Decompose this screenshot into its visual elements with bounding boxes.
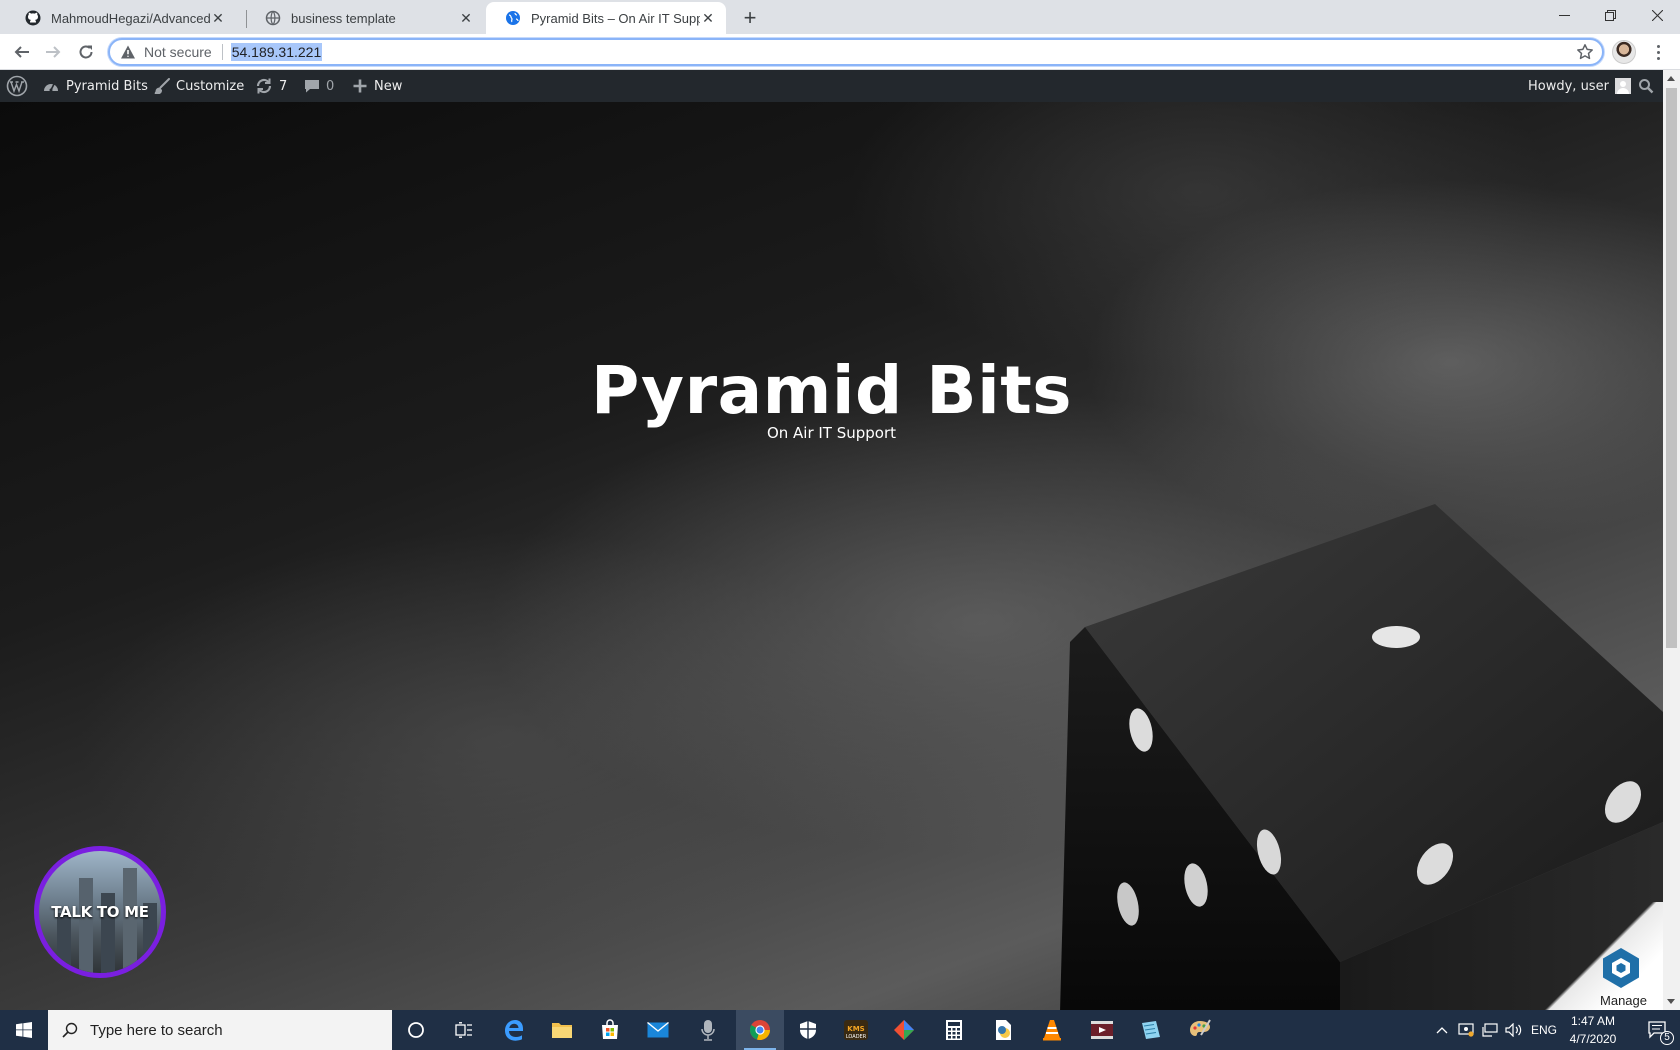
talk-to-me-button[interactable]: TALK TO ME — [34, 846, 166, 978]
git-diamond-icon[interactable] — [880, 1010, 928, 1050]
site-name-label: Pyramid Bits — [66, 78, 148, 94]
updates-icon — [256, 78, 272, 94]
browser-toolbar: Not secure 54.189.31.221 — [0, 34, 1680, 70]
close-icon[interactable]: ✕ — [458, 10, 474, 26]
globe-icon — [265, 10, 281, 26]
taskbar-search-box[interactable]: Type here to search — [48, 1010, 392, 1050]
close-icon[interactable]: ✕ — [700, 10, 716, 26]
updates-count: 7 — [279, 78, 288, 94]
site-title[interactable]: Pyramid Bits — [0, 352, 1663, 429]
voice-recorder-icon[interactable] — [684, 1010, 732, 1050]
mail-icon[interactable] — [634, 1010, 682, 1050]
back-icon[interactable] — [8, 38, 36, 66]
microsoft-store-icon[interactable] — [586, 1010, 634, 1050]
customize-link[interactable]: Customize — [154, 70, 244, 102]
windows-taskbar: Type here to search KMS LOADER ENG 1:47 … — [0, 1010, 1680, 1050]
page-scrollbar[interactable] — [1663, 70, 1680, 1010]
vlc-icon[interactable] — [1028, 1010, 1076, 1050]
chrome-icon[interactable] — [736, 1010, 784, 1050]
wordpress-logo-icon[interactable] — [6, 70, 28, 102]
close-icon[interactable]: ✕ — [210, 10, 226, 26]
calculator-icon[interactable] — [930, 1010, 978, 1050]
warning-icon — [121, 45, 135, 59]
tab-pyramid-bits[interactable]: Pyramid Bits – On Air IT Support ✕ — [486, 2, 726, 34]
taskbar-clock[interactable]: 1:47 AM 4/7/2020 — [1550, 1012, 1636, 1048]
wp-admin-bar: Pyramid Bits Customize 7 0 New Howdy, us… — [0, 70, 1663, 102]
taskbar-search-placeholder: Type here to search — [90, 1021, 223, 1039]
network-icon[interactable] — [1478, 1010, 1502, 1050]
tab-title: Pyramid Bits – On Air IT Support — [531, 10, 700, 26]
globe-icon — [506, 11, 520, 25]
tab-github[interactable]: MahmoudHegazi/Advanced_boo ✕ — [6, 2, 236, 34]
paint-app-icon[interactable] — [1176, 1010, 1224, 1050]
python-file-icon[interactable] — [980, 1010, 1028, 1050]
scroll-thumb[interactable] — [1666, 88, 1677, 648]
greeting-label: Howdy, user — [1528, 78, 1609, 94]
search-icon[interactable] — [1638, 70, 1654, 102]
url-text[interactable]: 54.189.31.221 — [230, 43, 323, 61]
close-window-icon[interactable] — [1634, 0, 1680, 30]
plus-icon — [353, 79, 367, 93]
scroll-down-icon[interactable] — [1667, 999, 1675, 1004]
forward-icon[interactable] — [39, 38, 67, 66]
comment-icon — [305, 80, 319, 93]
profile-avatar[interactable] — [1612, 40, 1636, 64]
clock-time: 1:47 AM — [1570, 1014, 1616, 1028]
reload-icon[interactable] — [72, 38, 100, 66]
manage-widget[interactable]: Manage — [1540, 902, 1663, 1010]
omnibox-divider — [221, 44, 223, 60]
new-tab-button[interactable]: + — [736, 4, 764, 32]
talk-to-me-label: TALK TO ME — [51, 903, 149, 921]
windows-security-icon[interactable] — [784, 1010, 832, 1050]
edge-icon[interactable] — [490, 1010, 538, 1050]
bookmark-star-icon[interactable] — [1576, 43, 1594, 61]
my-account-menu[interactable]: Howdy, user — [1528, 70, 1631, 102]
manage-logo-icon — [1603, 948, 1639, 988]
loader-app-icon[interactable]: KMS LOADER — [832, 1010, 880, 1050]
browser-menu-icon[interactable] — [1646, 40, 1670, 64]
action-center-icon[interactable]: 5 — [1636, 1010, 1680, 1050]
dashboard-icon — [44, 83, 58, 92]
site-name-menu[interactable]: Pyramid Bits — [42, 70, 148, 102]
tab-business-template[interactable]: business template ✕ — [246, 2, 484, 34]
new-label: New — [374, 78, 403, 94]
task-view-icon[interactable] — [440, 1010, 488, 1050]
windows-start-icon[interactable] — [0, 1010, 48, 1050]
show-hidden-icons-icon[interactable] — [1430, 1010, 1454, 1050]
tray-app-icon[interactable] — [1454, 1010, 1478, 1050]
new-content-menu[interactable]: New — [352, 70, 402, 102]
notification-count: 5 — [1660, 1031, 1674, 1045]
scroll-up-icon[interactable] — [1667, 76, 1675, 81]
file-explorer-icon[interactable] — [538, 1010, 586, 1050]
updates-link[interactable]: 7 — [255, 70, 287, 102]
customize-label: Customize — [176, 78, 245, 94]
comments-link[interactable]: 0 — [304, 70, 334, 102]
svg-text:KMS: KMS — [847, 1025, 864, 1033]
github-icon — [25, 10, 41, 26]
tab-strip: MahmoudHegazi/Advanced_boo ✕ business te… — [0, 0, 1680, 34]
address-bar[interactable]: Not secure 54.189.31.221 — [108, 38, 1604, 66]
search-icon — [62, 1022, 78, 1038]
notepad-app-icon[interactable] — [1126, 1010, 1174, 1050]
comments-count: 0 — [326, 78, 335, 94]
user-avatar-icon — [1614, 78, 1631, 94]
manage-label: Manage — [1600, 993, 1647, 1008]
hero-section: Pyramid Bits On Air IT Support TALK TO M… — [0, 102, 1663, 1010]
video-editor-icon[interactable] — [1078, 1010, 1126, 1050]
paintbrush-icon — [154, 78, 170, 94]
site-tagline: On Air IT Support — [766, 424, 897, 442]
tab-title: MahmoudHegazi/Advanced_boo — [51, 10, 210, 26]
tab-title: business template — [291, 10, 396, 26]
minimize-icon[interactable] — [1541, 0, 1587, 30]
security-label[interactable]: Not secure — [144, 44, 212, 60]
cortana-icon[interactable] — [392, 1010, 440, 1050]
restore-icon[interactable] — [1587, 0, 1633, 30]
volume-icon[interactable] — [1502, 1010, 1526, 1050]
svg-text:LOADER: LOADER — [846, 1034, 867, 1040]
clock-date: 4/7/2020 — [1569, 1032, 1617, 1046]
